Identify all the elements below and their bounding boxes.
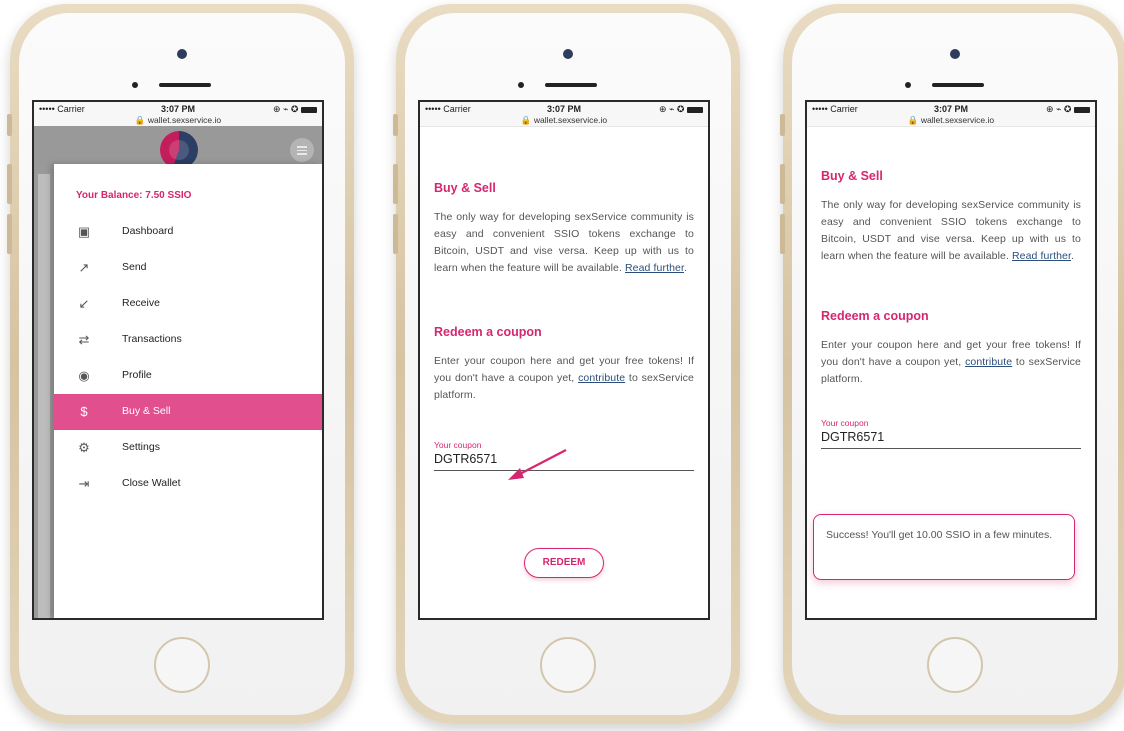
battery-icon: [1074, 106, 1090, 113]
battery-icon: [687, 106, 703, 113]
sensor-dot: [905, 82, 911, 88]
gear-icon: ⚙: [78, 440, 90, 455]
status-icons: ⊕ ⌁ ✪: [659, 104, 703, 115]
screen: ••••• Carrier 3:07 PM ⊕ ⌁ ✪ 🔒 wallet.sex…: [805, 100, 1097, 620]
sensor-dot: [132, 82, 138, 88]
url-bar[interactable]: 🔒 wallet.sexservice.io: [807, 115, 1095, 126]
arrow-down-left-icon: ↙: [78, 296, 90, 311]
volume-down-button: [780, 214, 785, 254]
wallet-icon: ▣: [77, 224, 91, 239]
page-content: Buy & Sell The only way for developing s…: [807, 127, 1095, 449]
hamburger-menu-icon[interactable]: [290, 138, 314, 162]
buy-sell-text: The only way for developing sexService c…: [434, 211, 694, 274]
redeem-text: Enter your coupon here and get your free…: [821, 339, 1081, 385]
status-bar: ••••• Carrier 3:07 PM ⊕ ⌁ ✪ 🔒 wallet.sex…: [807, 102, 1095, 127]
menu-item-transactions[interactable]: ⇄ Transactions: [54, 322, 322, 358]
status-bar: ••••• Carrier 3:07 PM ⊕ ⌁ ✪ 🔒 wallet.sex…: [34, 102, 322, 127]
screen: ••••• Carrier 3:07 PM ⊕ ⌁ ✪ 🔒 wallet.sex…: [418, 100, 710, 620]
coupon-field[interactable]: Your coupon DGTR6571: [821, 418, 1081, 449]
camera: [950, 49, 960, 59]
phone-redeem: ••••• Carrier 3:07 PM ⊕ ⌁ ✪ 🔒 wallet.sex…: [393, 4, 740, 724]
volume-up-button: [393, 164, 398, 204]
speaker: [932, 83, 984, 87]
menu-item-close-wallet[interactable]: ⇥ Close Wallet: [54, 466, 322, 502]
coupon-label: Your coupon: [821, 418, 869, 428]
camera: [563, 49, 573, 59]
redeem-title: Redeem a coupon: [821, 309, 929, 323]
menu-item-dashboard[interactable]: ▣ Dashboard: [54, 214, 322, 250]
side-drawer: Your Balance: 7.50 SSIO ▣ Dashboard ↗ Se…: [54, 164, 322, 618]
volume-up-button: [7, 164, 12, 204]
speaker: [159, 83, 211, 87]
buy-sell-title: Buy & Sell: [434, 181, 496, 195]
coupon-input[interactable]: DGTR6571: [821, 430, 1081, 449]
url-bar[interactable]: 🔒 wallet.sexservice.io: [420, 115, 708, 126]
menu-item-settings[interactable]: ⚙ Settings: [54, 430, 322, 466]
volume-up-button: [780, 164, 785, 204]
arrow-up-right-icon: ↗: [78, 260, 90, 275]
toast-message: Success! You'll get 10.00 SSIO in a few …: [826, 529, 1053, 541]
success-toast: Success! You'll get 10.00 SSIO in a few …: [813, 514, 1075, 580]
contribute-link[interactable]: contribute: [965, 356, 1012, 368]
menu-item-send[interactable]: ↗ Send: [54, 250, 322, 286]
user-circle-icon: ◉: [78, 368, 90, 383]
swap-icon: ⇄: [78, 332, 90, 347]
mute-switch: [393, 114, 398, 136]
screen: ••••• Carrier 3:07 PM ⊕ ⌁ ✪ 🔒 wallet.sex…: [32, 100, 324, 620]
home-button[interactable]: [540, 637, 596, 693]
dollar-icon: $: [80, 404, 88, 419]
mute-switch: [780, 114, 785, 136]
read-further-link[interactable]: Read further: [1012, 250, 1071, 262]
volume-down-button: [393, 214, 398, 254]
arrow-annotation-icon: [508, 449, 567, 480]
menu-item-buy-sell[interactable]: $ Buy & Sell: [54, 394, 322, 430]
sensor-dot: [518, 82, 524, 88]
redeem-text: Enter your coupon here and get your free…: [434, 355, 694, 401]
status-bar: ••••• Carrier 3:07 PM ⊕ ⌁ ✪ 🔒 wallet.sex…: [420, 102, 708, 127]
page-content: Buy & Sell The only way for developing s…: [420, 127, 708, 471]
phone-success: ••••• Carrier 3:07 PM ⊕ ⌁ ✪ 🔒 wallet.sex…: [780, 4, 1124, 724]
volume-down-button: [7, 214, 12, 254]
speaker: [545, 83, 597, 87]
buy-sell-title: Buy & Sell: [821, 169, 883, 183]
status-icons: ⊕ ⌁ ✪: [1046, 104, 1090, 115]
balance-label: Your Balance: 7.50 SSIO: [76, 190, 192, 201]
read-further-link[interactable]: Read further: [625, 262, 684, 274]
redeem-title: Redeem a coupon: [434, 325, 542, 339]
status-icons: ⊕ ⌁ ✪: [273, 104, 317, 115]
contribute-link[interactable]: contribute: [578, 372, 625, 384]
mute-switch: [7, 114, 12, 136]
home-button[interactable]: [154, 637, 210, 693]
phone-menu: ••••• Carrier 3:07 PM ⊕ ⌁ ✪ 🔒 wallet.sex…: [7, 4, 354, 724]
battery-icon: [301, 106, 317, 113]
menu-item-receive[interactable]: ↙ Receive: [54, 286, 322, 322]
url-bar[interactable]: 🔒 wallet.sexservice.io: [34, 115, 322, 126]
buy-sell-text: The only way for developing sexService c…: [821, 199, 1081, 262]
menu-item-profile[interactable]: ◉ Profile: [54, 358, 322, 394]
redeem-button[interactable]: REDEEM: [524, 548, 604, 578]
exit-icon: ⇥: [78, 476, 90, 491]
home-button[interactable]: [927, 637, 983, 693]
camera: [177, 49, 187, 59]
